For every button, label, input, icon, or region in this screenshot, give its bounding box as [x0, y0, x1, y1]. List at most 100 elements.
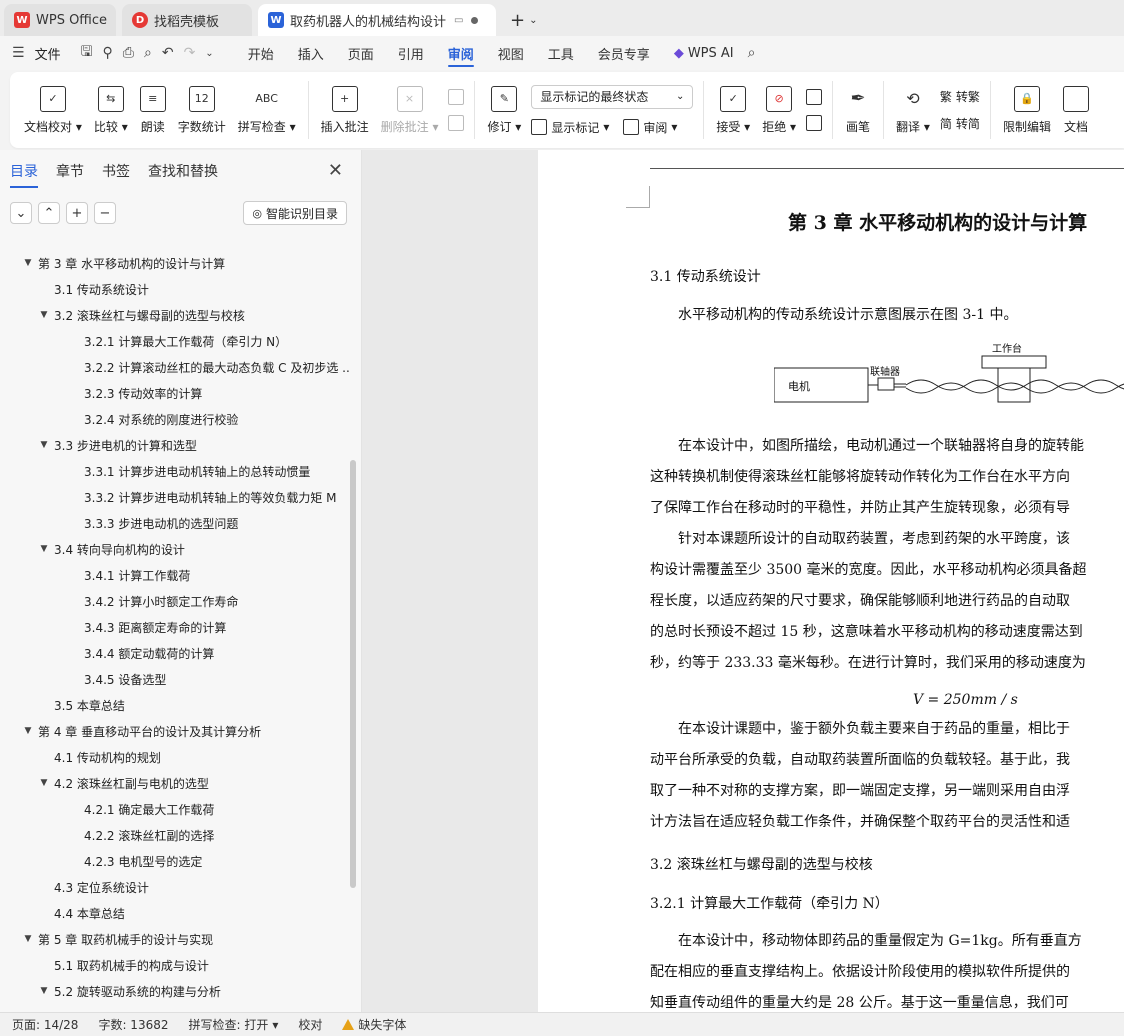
toc-item[interactable]: 3.3.3 步进电动机的选型问题: [0, 510, 350, 536]
search-icon[interactable]: ⌕: [748, 45, 756, 61]
expand-arrow-icon[interactable]: ▼: [22, 258, 34, 268]
pin-icon[interactable]: ⚲: [103, 45, 113, 61]
toc-item[interactable]: ▼ 3.3 步进电机的计算和选型: [0, 432, 350, 458]
show-markup-button[interactable]: 显示标记: [551, 119, 599, 136]
toc-item[interactable]: ▼ 3.2 滚珠丝杠与螺母副的选型与校核: [0, 302, 350, 328]
toc-item[interactable]: 3.1 传动系统设计: [0, 276, 350, 302]
tab-wps-office[interactable]: W WPS Office: [4, 4, 116, 36]
toc-item[interactable]: 4.3 定位系统设计: [0, 874, 350, 900]
print-preview-icon[interactable]: ⌕: [144, 45, 152, 61]
word-count-indicator[interactable]: 字数: 13682: [98, 1016, 168, 1033]
tab-toc[interactable]: 目录: [10, 150, 38, 192]
menu-view[interactable]: 视图: [486, 36, 536, 70]
toc-item[interactable]: 3.5 本章总结: [0, 692, 350, 718]
save-icon[interactable]: 🖫: [81, 41, 93, 65]
read-aloud-button[interactable]: ≡ 朗读: [134, 77, 172, 143]
prev-change-icon[interactable]: [806, 89, 823, 105]
chevron-down-icon[interactable]: ⌄: [529, 15, 537, 26]
menu-reference[interactable]: 引用: [386, 36, 436, 70]
to-simplified-button[interactable]: 简 转简: [940, 115, 980, 132]
translate-button[interactable]: ⟲ 翻译 ▾: [890, 77, 936, 143]
wps-ai-button[interactable]: ◆ WPS AI: [662, 36, 746, 70]
menu-start[interactable]: 开始: [236, 36, 286, 70]
expand-arrow-icon[interactable]: ▼: [38, 440, 50, 450]
expand-arrow-icon[interactable]: ▼: [38, 778, 50, 788]
expand-arrow-icon[interactable]: ▼: [38, 310, 50, 320]
redo-icon[interactable]: ↷: [184, 45, 196, 61]
next-change-icon[interactable]: [806, 115, 823, 131]
remove-heading-button[interactable]: −: [94, 202, 116, 224]
toc-item[interactable]: 4.2.1 确定最大工作载荷: [0, 796, 350, 822]
compare-button[interactable]: ⇆ 比较 ▾: [88, 77, 134, 143]
page-indicator[interactable]: 页面: 14/28: [12, 1016, 78, 1033]
expand-arrow-icon[interactable]: ▼: [38, 986, 50, 996]
delete-comment-button[interactable]: × 删除批注 ▾: [375, 77, 445, 143]
toc-item[interactable]: 4.2.3 电机型号的选定: [0, 848, 350, 874]
expand-arrow-icon[interactable]: ▼: [22, 934, 34, 944]
tab-bookmarks[interactable]: 书签: [102, 150, 130, 192]
toc-item[interactable]: ▼ 3.4 转向导向机构的设计: [0, 536, 350, 562]
tab-docer-templates[interactable]: D 找稻壳模板: [122, 4, 252, 36]
accept-button[interactable]: ✓ 接受 ▾: [710, 77, 756, 143]
pen-button[interactable]: ✒ 画笔: [839, 77, 877, 143]
file-menu[interactable]: 文件: [35, 44, 61, 63]
toc-item[interactable]: 3.4.5 设备选型: [0, 666, 350, 692]
toc-item[interactable]: ▼ 4.2 滚珠丝杠副与电机的选型: [0, 770, 350, 796]
chevron-down-icon[interactable]: ⌄: [205, 48, 213, 59]
toc-scrollbar[interactable]: [350, 460, 356, 888]
toc-item[interactable]: 3.4.3 距离额定寿命的计算: [0, 614, 350, 640]
toc-item[interactable]: ▼ 第 4 章 垂直移动平台的设计及其计算分析: [0, 718, 350, 744]
restrict-edit-button[interactable]: 🔒 限制编辑: [997, 77, 1057, 143]
toc-item[interactable]: 3.2.4 对系统的刚度进行校验: [0, 406, 350, 432]
reject-button[interactable]: ⊘ 拒绝 ▾: [756, 77, 802, 143]
menu-insert[interactable]: 插入: [286, 36, 336, 70]
toc-item[interactable]: ▼ 第 5 章 取药机械手的设计与实现: [0, 926, 350, 952]
missing-font-status[interactable]: 缺失字体: [342, 1016, 406, 1033]
expand-arrow-icon[interactable]: ▼: [22, 726, 34, 736]
expand-arrow-icon[interactable]: ▼: [38, 544, 50, 554]
tab-find-replace[interactable]: 查找和替换: [148, 150, 218, 192]
smart-toc-button[interactable]: ◎ 智能识别目录: [243, 201, 347, 225]
word-count-button[interactable]: 12 字数统计: [172, 77, 232, 143]
document-page[interactable]: 第 3 章 水平移动机构的设计与计算 3.1 传动系统设计 水平移动机构的传动系…: [538, 150, 1124, 1012]
tab-current-document[interactable]: W 取药机器人的机械结构设计 说 ▭: [258, 4, 496, 36]
toc-item[interactable]: 4.2.2 滚珠丝杠副的选择: [0, 822, 350, 848]
toc-item[interactable]: 4.1 传动机构的规划: [0, 744, 350, 770]
toc-item[interactable]: 3.2.2 计算滚动丝杠的最大动态负载 C 及初步选 ...: [0, 354, 350, 380]
to-traditional-button[interactable]: 繁 转繁: [940, 88, 980, 105]
undo-icon[interactable]: ↶: [162, 45, 174, 61]
display-mode-select[interactable]: 显示标记的最终状态 ⌄: [531, 84, 694, 109]
revise-button[interactable]: ✎ 修订 ▾: [481, 77, 527, 143]
menu-page[interactable]: 页面: [336, 36, 386, 70]
close-icon[interactable]: ✕: [328, 160, 343, 181]
toc-item[interactable]: 3.2.3 传动效率的计算: [0, 380, 350, 406]
new-tab-button[interactable]: + ⌄: [502, 4, 545, 36]
doc-check-button[interactable]: ✓ 文档校对 ▾: [18, 77, 88, 143]
toc-item[interactable]: 3.4.1 计算工作载荷: [0, 562, 350, 588]
toc-item[interactable]: 3.4.2 计算小时额定工作寿命: [0, 588, 350, 614]
unsaved-dot-icon[interactable]: [471, 16, 479, 24]
next-comment-icon[interactable]: [448, 115, 465, 131]
toc-item[interactable]: ▼ 5.2 旋转驱动系统的构建与分析: [0, 978, 350, 1004]
toc-item[interactable]: 3.2.1 计算最大工作载荷（牵引力 N）: [0, 328, 350, 354]
proofread-status[interactable]: 校对: [298, 1016, 322, 1033]
toc-item[interactable]: 3.4.4 额定动载荷的计算: [0, 640, 350, 666]
collapse-all-button[interactable]: ⌄: [10, 202, 32, 224]
toc-item[interactable]: 4.4 本章总结: [0, 900, 350, 926]
toc-item[interactable]: ▼ 第 3 章 水平移动机构的设计与计算: [0, 250, 350, 276]
spell-check-button[interactable]: ABC 拼写检查 ▾: [232, 77, 302, 143]
review-pane-button[interactable]: 审阅: [643, 119, 667, 136]
spell-check-status[interactable]: 拼写检查: 打开 ▾: [189, 1016, 279, 1033]
insert-comment-button[interactable]: + 插入批注: [315, 77, 375, 143]
prev-comment-icon[interactable]: [448, 89, 465, 105]
expand-up-button[interactable]: ⌃: [38, 202, 60, 224]
hamburger-icon[interactable]: ☰: [12, 45, 25, 61]
tab-sections[interactable]: 章节: [56, 150, 84, 192]
doc-more-button[interactable]: 文档: [1057, 77, 1089, 143]
print-icon[interactable]: ⎙: [123, 45, 134, 61]
menu-tools[interactable]: 工具: [536, 36, 586, 70]
toc-item[interactable]: 3.3.2 计算步进电动机转轴上的等效负载力矩 M: [0, 484, 350, 510]
menu-member[interactable]: 会员专享: [586, 36, 662, 70]
add-heading-button[interactable]: +: [66, 202, 88, 224]
toc-item[interactable]: 3.3.1 计算步进电动机转轴上的总转动惯量: [0, 458, 350, 484]
